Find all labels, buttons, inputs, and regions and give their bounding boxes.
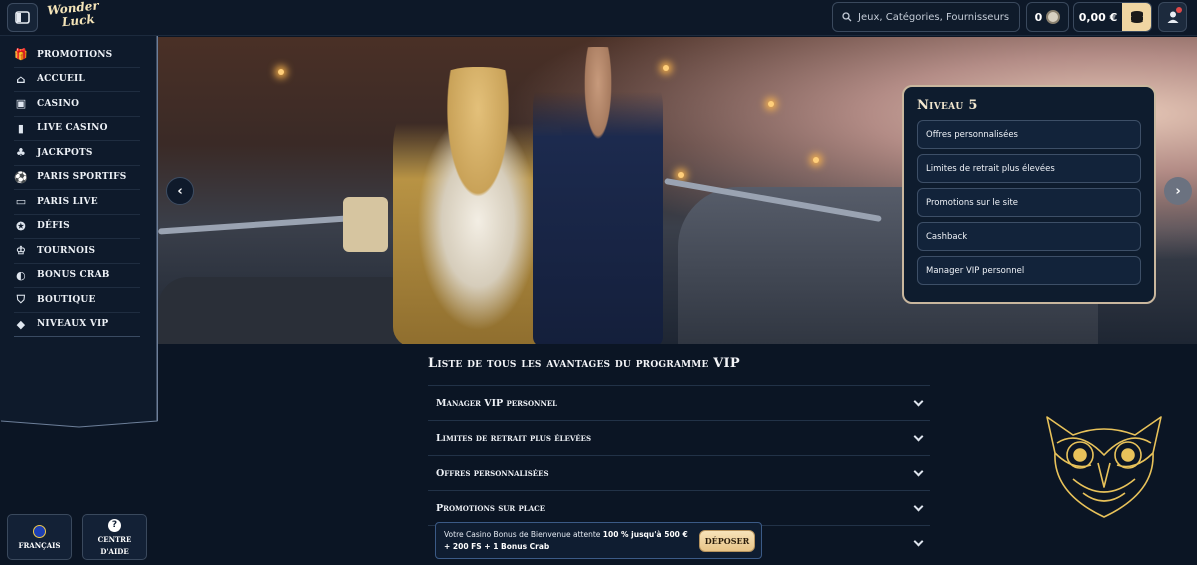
eu-flag-icon: [33, 524, 46, 538]
chevron-down-icon: [913, 431, 924, 441]
vip-benefit-item: Offres personnalisées: [917, 120, 1141, 149]
deposit-button[interactable]: DÉPOSER: [699, 529, 755, 552]
deck-light: [768, 101, 774, 107]
accordion-item[interactable]: Manager VIP personnel: [428, 385, 930, 420]
carousel-next-button[interactable]: ›: [1164, 177, 1192, 205]
handbag: [343, 197, 388, 252]
deck-light: [278, 69, 284, 75]
bonus-text: Votre Casino Bonus de Bienvenue attente …: [444, 529, 689, 553]
top-bar: Wonder Luck Jeux, Catégories, Fournisseu…: [0, 0, 1197, 36]
sidebar-item-jackpots[interactable]: ♣ JACKPOTS: [14, 141, 140, 166]
accordion-label: Promotions sur place: [436, 502, 546, 514]
crab-icon: ◐: [16, 268, 26, 282]
sidebar-item-promotions[interactable]: 🎁 PROMOTIONS: [14, 43, 140, 68]
soccer-ball-icon: ⚽: [14, 170, 28, 184]
accordion-item[interactable]: Limites de retrait plus élevées: [428, 420, 930, 455]
welcome-bonus-banner: Votre Casino Bonus de Bienvenue attente …: [435, 522, 762, 559]
sidebar-item-label: PARIS LIVE: [37, 196, 98, 207]
language-label: FRANÇAIS: [18, 540, 61, 550]
home-icon: ⌂: [16, 72, 26, 86]
man-figure: [533, 47, 663, 344]
site-logo[interactable]: Wonder Luck: [46, 0, 101, 37]
coins-count: 0: [1034, 10, 1043, 24]
sidebar-item-label: JACKPOTS: [37, 147, 93, 158]
deck-light: [663, 65, 669, 71]
sidebar-item-label: TOURNOIS: [37, 245, 96, 256]
yacht-rail: [158, 215, 348, 235]
profile-button[interactable]: [1158, 2, 1187, 32]
accordion-label: Manager VIP personnel: [436, 397, 558, 409]
help-label-line2: D'AIDE: [100, 546, 129, 556]
coins-balance-button[interactable]: 0: [1026, 2, 1069, 32]
vip-benefit-item: Promotions sur le site: [917, 188, 1141, 217]
deck-light: [678, 172, 684, 178]
chevron-down-icon: [913, 466, 924, 476]
diamond-icon: ◆: [16, 317, 26, 331]
help-label-line1: CENTRE: [97, 534, 132, 544]
sidebar-item-label: LIVE CASINO: [37, 123, 108, 134]
sidebar-item-label: ACCUEIL: [37, 74, 85, 85]
vip-level-title: Niveau 5: [917, 98, 978, 113]
sidebar-panel-icon: [15, 11, 30, 24]
sidebar-item-bonus-crab[interactable]: ◐ BONUS CRAB: [14, 264, 140, 288]
gift-icon: 🎁: [14, 48, 28, 62]
sidebar-nav: 🎁 PROMOTIONS ⌂ ACCUEIL ▣ CASINO ▮ LIVE C…: [14, 43, 140, 337]
search-placeholder: Jeux, Catégories, Fournisseurs: [858, 11, 1010, 23]
clover-icon: ♣: [15, 146, 27, 160]
sidebar-item-label: CASINO: [37, 98, 80, 109]
sidebar-item-casino[interactable]: ▣ CASINO: [14, 92, 140, 117]
slot-machine-icon: ▣: [15, 97, 27, 111]
sidebar-item-niveaux-vip[interactable]: ◆ NIVEAUX VIP: [14, 313, 140, 337]
sidebar-item-label: DÉFIS: [37, 221, 70, 232]
sidebar-item-label: NIVEAUX VIP: [37, 319, 109, 330]
accordion-label: Limites de retrait plus élevées: [436, 432, 592, 444]
coin-stack-icon: [1122, 3, 1151, 31]
carousel-prev-button[interactable]: ‹: [166, 177, 194, 205]
chevron-right-icon: ›: [1175, 183, 1181, 199]
wallet-balance-button[interactable]: 0,00 €: [1073, 2, 1152, 32]
sidebar: 🎁 PROMOTIONS ⌂ ACCUEIL ▣ CASINO ▮ LIVE C…: [0, 36, 158, 428]
lounge-seat: [158, 277, 418, 344]
chevron-left-icon: ‹: [177, 183, 183, 199]
coin-icon: [1046, 10, 1061, 24]
medal-icon: ✪: [16, 219, 26, 233]
help-icon: ?: [108, 518, 121, 532]
sidebar-item-paris-live[interactable]: ▭ PARIS LIVE: [14, 190, 140, 215]
vip-benefit-item: Limites de retrait plus élevées: [917, 154, 1141, 183]
accordion-label: Offres personnalisées: [436, 467, 549, 479]
trophy-icon: ♔: [15, 244, 27, 258]
sidebar-item-label: BONUS CRAB: [37, 270, 110, 281]
sidebar-item-boutique[interactable]: ⛉ BOUTIQUE: [14, 288, 140, 313]
accordion-item[interactable]: Promotions sur place: [428, 490, 930, 525]
accordion-item[interactable]: Offres personnalisées: [428, 455, 930, 490]
search-input[interactable]: Jeux, Catégories, Fournisseurs: [832, 2, 1020, 32]
section-title: Liste de tous les avantages du programme…: [428, 356, 740, 371]
balance-amount: 0,00 €: [1078, 10, 1118, 24]
owl-logo-icon: [1046, 416, 1162, 518]
bonus-text-plain: Votre Casino Bonus de Bienvenue attente: [444, 529, 603, 539]
sidebar-item-live-casino[interactable]: ▮ LIVE CASINO: [14, 117, 140, 141]
chevron-down-icon: [913, 501, 924, 511]
live-icon: ▭: [15, 195, 27, 209]
help-center-button[interactable]: ? CENTRE D'AIDE: [82, 514, 147, 560]
playing-card-icon: ▮: [17, 121, 25, 135]
sidebar-item-paris-sportifs[interactable]: ⚽ PARIS SPORTIFS: [14, 166, 140, 190]
vip-benefit-item: Cashback: [917, 222, 1141, 251]
sidebar-item-label: PROMOTIONS: [37, 49, 113, 60]
shop-basket-icon: ⛉: [16, 292, 26, 306]
vip-level-card: Niveau 5 Offres personnalisées Limites d…: [902, 85, 1156, 304]
deck-light: [813, 157, 819, 163]
sidebar-item-tournois[interactable]: ♔ TOURNOIS: [14, 239, 140, 264]
search-icon: [842, 12, 852, 22]
sidebar-item-label: PARIS SPORTIFS: [37, 172, 127, 183]
chevron-down-icon: [913, 396, 924, 406]
sidebar-item-defis[interactable]: ✪ DÉFIS: [14, 215, 140, 239]
sidebar-item-accueil[interactable]: ⌂ ACCUEIL: [14, 68, 140, 92]
language-button[interactable]: FRANÇAIS: [7, 514, 72, 560]
notification-badge: [1176, 7, 1182, 13]
vip-benefit-item: Manager VIP personnel: [917, 256, 1141, 285]
sidebar-toggle-button[interactable]: [7, 3, 38, 32]
chevron-down-icon: [913, 536, 924, 546]
sidebar-item-label: BOUTIQUE: [37, 294, 96, 305]
